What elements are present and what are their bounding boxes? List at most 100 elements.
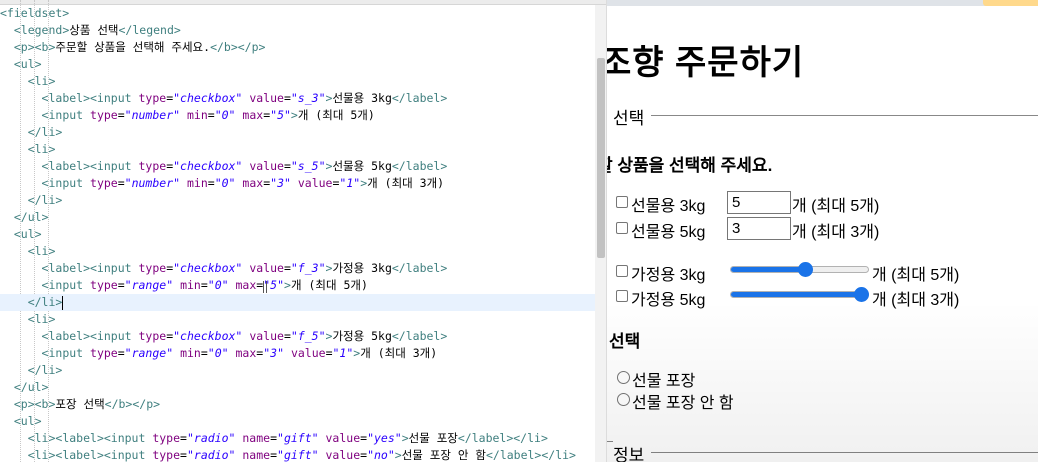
code-token: 개 (최대 5개) [290, 278, 368, 292]
packaging-heading: 선택 [609, 332, 641, 351]
code-token: = [283, 91, 291, 105]
code-token: value [325, 431, 361, 445]
no-gift-wrap-radio[interactable] [617, 393, 630, 406]
code-line[interactable]: <label><input type="checkbox" value="f_3… [0, 260, 595, 277]
code-token: "number" [124, 108, 181, 122]
browser-viewport[interactable]: 조향 주문하기 선택 할 상품을 선택해 주세요. 선물용 3kg 5 개 (최… [607, 0, 1038, 462]
code-line[interactable]: <li> [0, 311, 595, 328]
code-token: "checkbox" [173, 261, 243, 275]
code-line[interactable]: <input type="range" min="0" max="3" valu… [0, 345, 595, 362]
browser-profile-badge[interactable] [983, 0, 1038, 6]
code-line[interactable]: <p><b>포장 선택</b></p> [0, 396, 595, 413]
code-token: "checkbox" [173, 91, 243, 105]
code-line[interactable]: <li><label><input type="radio" name="gif… [0, 430, 595, 447]
code-token: 가정용 3kg [332, 261, 392, 275]
code-token: </label></li> [485, 448, 576, 462]
code-line[interactable]: <li> [0, 141, 595, 158]
code-line[interactable]: <ul> [0, 56, 595, 73]
code-line[interactable]: <label><input type="checkbox" value="s_5… [0, 158, 595, 175]
code-token: = [283, 329, 291, 343]
code-token: "number" [124, 176, 181, 190]
code-token: "0" [214, 108, 236, 122]
code-token: "3" [270, 176, 291, 190]
code-token: <legend> [13, 23, 70, 37]
code-token: </label> [391, 91, 448, 105]
gift-3kg-quantity-input[interactable]: 5 [727, 191, 791, 214]
code-token: = [180, 431, 187, 445]
code-token: "gift" [277, 431, 319, 445]
gift-3kg-checkbox[interactable] [616, 196, 628, 208]
code-token: "no" [367, 448, 395, 462]
code-line[interactable]: <legend>상품 선택</legend> [0, 22, 595, 39]
code-line[interactable]: <input type="number" min="0" max="5">개 (… [0, 107, 595, 124]
gift-wrap-radio[interactable] [617, 371, 630, 384]
code-line[interactable]: <ul> [0, 226, 595, 243]
editor-scroll-thumb[interactable] [597, 58, 605, 258]
code-line[interactable]: </li> [0, 124, 595, 141]
code-line[interactable]: </li> [0, 294, 595, 311]
code-line[interactable]: <input type="range" min="0" max="5">개 (최… [0, 277, 595, 294]
code-line[interactable]: </li> [0, 362, 595, 379]
code-line[interactable]: </ul> [0, 379, 595, 396]
code-token: value [249, 159, 284, 173]
code-line[interactable]: <p><b>주문할 상품을 선택해 주세요.</b></p> [0, 39, 595, 56]
code-line[interactable]: <fieldset> [0, 5, 595, 22]
fieldset-legend: 정보 [613, 446, 645, 462]
code-token: <input [41, 278, 91, 292]
code-token: = [117, 176, 125, 190]
code-line[interactable]: </li> [0, 192, 595, 209]
code-token: <li> [27, 74, 56, 88]
code-token: </li> [27, 193, 63, 207]
code-token: <li><label><input [27, 431, 153, 445]
code-line[interactable]: <label><input type="checkbox" value="f_5… [0, 328, 595, 345]
i-beam-cursor-icon [263, 281, 267, 293]
code-editor[interactable]: <fieldset> <legend>상품 선택</legend> <p><b>… [0, 0, 607, 462]
code-token: </li> [27, 363, 63, 377]
code-token: </b></p> [210, 40, 266, 54]
code-token: = [270, 448, 278, 462]
code-line[interactable]: <li><label><input type="radio" name="gif… [0, 447, 595, 462]
code-token: type [138, 261, 167, 275]
code-line[interactable]: <li> [0, 73, 595, 90]
code-token: type [90, 108, 118, 122]
code-token: > [394, 448, 402, 462]
home-3kg-checkbox[interactable] [616, 265, 628, 277]
code-token: <p><b> [13, 40, 56, 54]
gift-5kg-quantity-input[interactable]: 3 [727, 217, 791, 240]
home-3kg-range-fill [731, 267, 807, 272]
code-token: <label><input [41, 91, 139, 105]
code-token: value [297, 176, 333, 190]
code-lines[interactable]: <fieldset> <legend>상품 선택</legend> <p><b>… [0, 5, 595, 462]
code-token: "5" [270, 108, 291, 122]
code-token: type [90, 278, 118, 292]
home-3kg-range-thumb[interactable] [798, 262, 814, 277]
code-token: <ul> [13, 227, 42, 241]
gift-5kg-checkbox[interactable] [616, 222, 628, 234]
home-5kg-range-track[interactable] [730, 291, 869, 298]
code-token: 개 (최대 3개) [360, 346, 438, 360]
home-3kg-label: 가정용 3kg [631, 267, 706, 284]
code-line[interactable]: <label><input type="checkbox" value="s_3… [0, 90, 595, 107]
code-token: max [235, 278, 257, 292]
code-line[interactable]: <ul> [0, 413, 595, 430]
code-line[interactable]: <input type="number" min="0" max="3" val… [0, 175, 595, 192]
home-5kg-checkbox[interactable] [616, 290, 628, 302]
home-5kg-range-thumb[interactable] [854, 287, 869, 302]
code-line[interactable]: <li> [0, 243, 595, 260]
code-token: </label></li> [457, 431, 548, 445]
code-token: <ul> [13, 57, 42, 71]
code-line[interactable]: </ul> [0, 209, 595, 226]
code-token: min [180, 346, 201, 360]
